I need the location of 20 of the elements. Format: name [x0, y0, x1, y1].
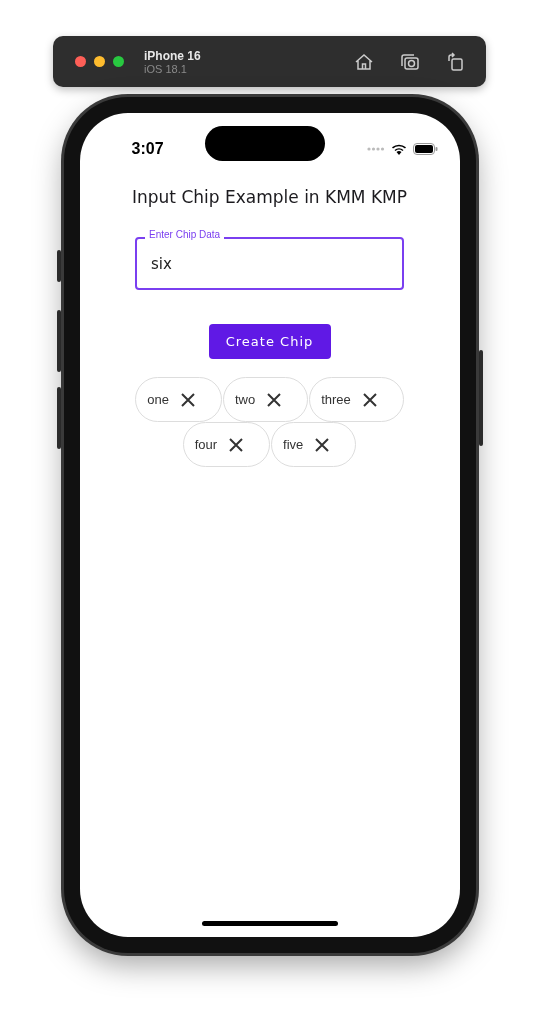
screenshot-icon[interactable] [400, 51, 420, 72]
close-icon[interactable] [362, 392, 377, 407]
close-icon[interactable] [315, 437, 330, 452]
close-icon[interactable] [180, 392, 195, 407]
rotate-icon[interactable] [446, 51, 464, 72]
device-name: iPhone 16 [144, 48, 202, 63]
os-version: iOS 18.1 [144, 62, 188, 75]
screen-title: Input Chip Example in KMM KMP [132, 187, 407, 207]
create-chip-button[interactable]: Create Chip [208, 324, 331, 359]
close-icon[interactable] [229, 437, 244, 452]
wifi-icon [390, 143, 407, 155]
close-icon[interactable] [267, 392, 282, 407]
minimize-button[interactable] [94, 56, 105, 67]
signal-icon [366, 147, 385, 151]
home-icon[interactable] [354, 51, 374, 72]
battery-icon [412, 143, 438, 155]
zoom-button[interactable] [113, 56, 124, 67]
field-label: Enter Chip Data [145, 229, 225, 240]
close-button[interactable] [75, 56, 86, 67]
status-time: 3:07 [131, 140, 164, 158]
